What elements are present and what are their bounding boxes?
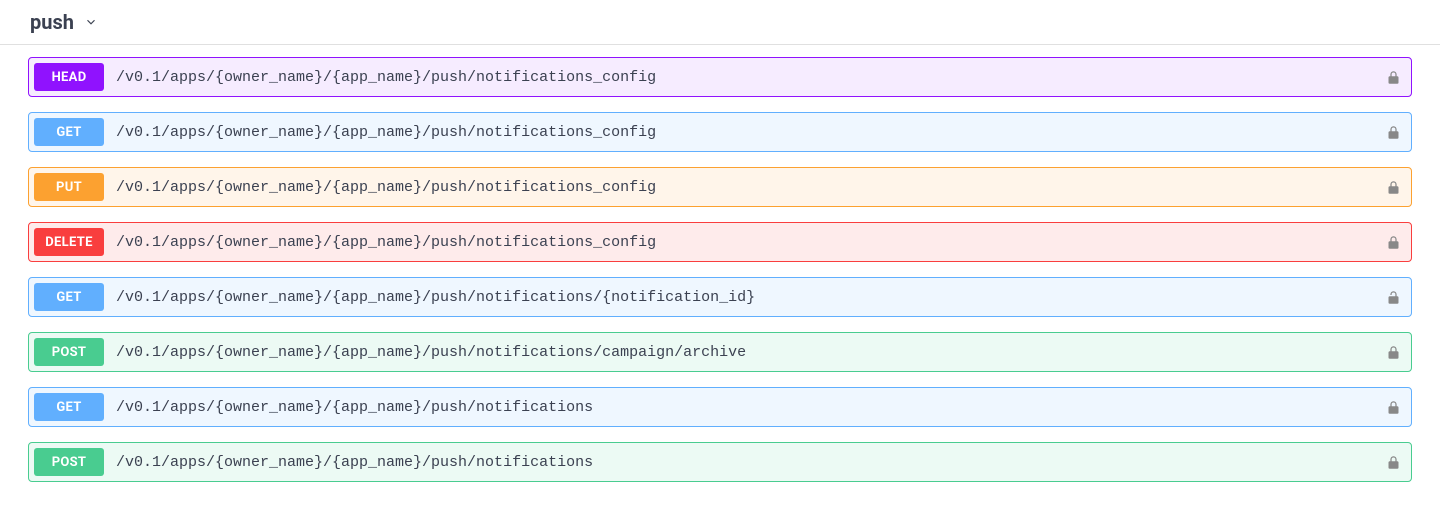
method-badge: GET [34,393,104,421]
operation-row[interactable]: PUT /v0.1/apps/{owner_name}/{app_name}/p… [28,167,1412,207]
section-header[interactable]: push [0,0,1440,45]
lock-icon[interactable] [1386,180,1401,195]
lock-icon[interactable] [1386,400,1401,415]
operation-row[interactable]: DELETE /v0.1/apps/{owner_name}/{app_name… [28,222,1412,262]
method-badge: GET [34,283,104,311]
operation-row[interactable]: POST /v0.1/apps/{owner_name}/{app_name}/… [28,332,1412,372]
lock-icon[interactable] [1386,235,1401,250]
operations-list: HEAD /v0.1/apps/{owner_name}/{app_name}/… [0,45,1440,482]
operation-row[interactable]: GET /v0.1/apps/{owner_name}/{app_name}/p… [28,277,1412,317]
lock-icon[interactable] [1386,455,1401,470]
method-badge: HEAD [34,63,104,91]
lock-icon[interactable] [1386,345,1401,360]
operation-path: /v0.1/apps/{owner_name}/{app_name}/push/… [116,179,1386,196]
lock-open-icon[interactable] [1386,290,1401,305]
operation-row[interactable]: GET /v0.1/apps/{owner_name}/{app_name}/p… [28,112,1412,152]
operation-path: /v0.1/apps/{owner_name}/{app_name}/push/… [116,399,1386,416]
method-badge: GET [34,118,104,146]
method-badge: DELETE [34,228,104,256]
chevron-down-icon [84,15,98,29]
operation-path: /v0.1/apps/{owner_name}/{app_name}/push/… [116,289,1386,306]
method-badge: POST [34,448,104,476]
operation-path: /v0.1/apps/{owner_name}/{app_name}/push/… [116,344,1386,361]
operation-row[interactable]: POST /v0.1/apps/{owner_name}/{app_name}/… [28,442,1412,482]
operation-path: /v0.1/apps/{owner_name}/{app_name}/push/… [116,124,1386,141]
lock-icon[interactable] [1386,125,1401,140]
method-badge: POST [34,338,104,366]
operation-row[interactable]: GET /v0.1/apps/{owner_name}/{app_name}/p… [28,387,1412,427]
operation-path: /v0.1/apps/{owner_name}/{app_name}/push/… [116,234,1386,251]
section-title: push [30,10,74,34]
operation-path: /v0.1/apps/{owner_name}/{app_name}/push/… [116,454,1386,471]
operation-row[interactable]: HEAD /v0.1/apps/{owner_name}/{app_name}/… [28,57,1412,97]
operation-path: /v0.1/apps/{owner_name}/{app_name}/push/… [116,69,1386,86]
method-badge: PUT [34,173,104,201]
lock-icon[interactable] [1386,70,1401,85]
